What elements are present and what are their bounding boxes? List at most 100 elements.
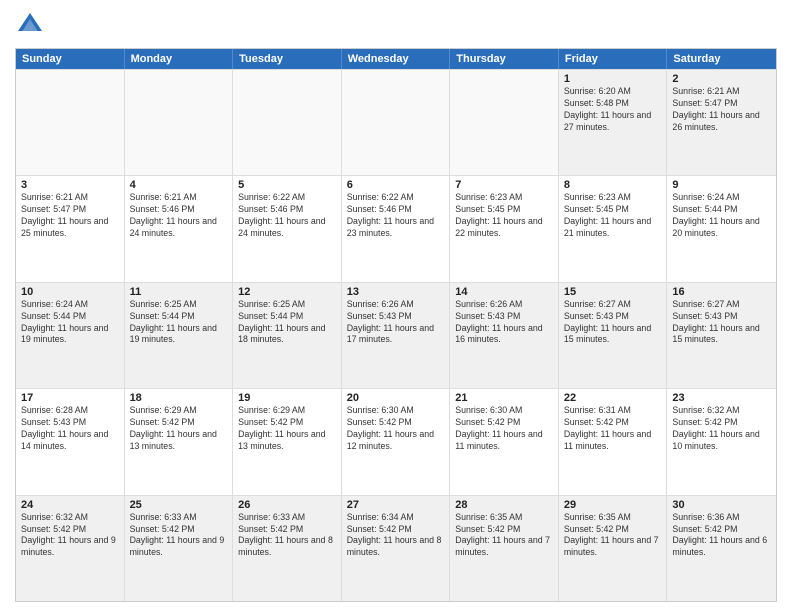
day-number: 4 — [130, 179, 228, 191]
calendar-cell: 2Sunrise: 6:21 AM Sunset: 5:47 PM Daylig… — [667, 70, 776, 175]
day-detail: Sunrise: 6:29 AM Sunset: 5:42 PM Dayligh… — [238, 405, 336, 453]
header-day: Sunday — [16, 49, 125, 69]
day-detail: Sunrise: 6:23 AM Sunset: 5:45 PM Dayligh… — [564, 192, 662, 240]
day-detail: Sunrise: 6:28 AM Sunset: 5:43 PM Dayligh… — [21, 405, 119, 453]
day-number: 24 — [21, 499, 119, 511]
day-detail: Sunrise: 6:29 AM Sunset: 5:42 PM Dayligh… — [130, 405, 228, 453]
day-detail: Sunrise: 6:25 AM Sunset: 5:44 PM Dayligh… — [130, 299, 228, 347]
calendar-cell: 8Sunrise: 6:23 AM Sunset: 5:45 PM Daylig… — [559, 176, 668, 281]
calendar-row: 24Sunrise: 6:32 AM Sunset: 5:42 PM Dayli… — [16, 495, 776, 601]
calendar-cell — [450, 70, 559, 175]
calendar-row: 10Sunrise: 6:24 AM Sunset: 5:44 PM Dayli… — [16, 282, 776, 388]
day-detail: Sunrise: 6:30 AM Sunset: 5:42 PM Dayligh… — [347, 405, 445, 453]
day-detail: Sunrise: 6:32 AM Sunset: 5:42 PM Dayligh… — [672, 405, 771, 453]
calendar-cell: 25Sunrise: 6:33 AM Sunset: 5:42 PM Dayli… — [125, 496, 234, 601]
day-number: 19 — [238, 392, 336, 404]
day-detail: Sunrise: 6:27 AM Sunset: 5:43 PM Dayligh… — [672, 299, 771, 347]
calendar: SundayMondayTuesdayWednesdayThursdayFrid… — [15, 48, 777, 602]
day-detail: Sunrise: 6:27 AM Sunset: 5:43 PM Dayligh… — [564, 299, 662, 347]
day-number: 23 — [672, 392, 771, 404]
day-detail: Sunrise: 6:20 AM Sunset: 5:48 PM Dayligh… — [564, 86, 662, 134]
day-detail: Sunrise: 6:36 AM Sunset: 5:42 PM Dayligh… — [672, 512, 771, 560]
day-number: 13 — [347, 286, 445, 298]
calendar-cell: 21Sunrise: 6:30 AM Sunset: 5:42 PM Dayli… — [450, 389, 559, 494]
calendar-cell: 29Sunrise: 6:35 AM Sunset: 5:42 PM Dayli… — [559, 496, 668, 601]
calendar-cell: 18Sunrise: 6:29 AM Sunset: 5:42 PM Dayli… — [125, 389, 234, 494]
day-detail: Sunrise: 6:33 AM Sunset: 5:42 PM Dayligh… — [238, 512, 336, 560]
day-detail: Sunrise: 6:24 AM Sunset: 5:44 PM Dayligh… — [672, 192, 771, 240]
calendar-cell — [233, 70, 342, 175]
calendar-cell: 15Sunrise: 6:27 AM Sunset: 5:43 PM Dayli… — [559, 283, 668, 388]
logo — [15, 10, 49, 40]
calendar-cell: 17Sunrise: 6:28 AM Sunset: 5:43 PM Dayli… — [16, 389, 125, 494]
day-number: 5 — [238, 179, 336, 191]
day-number: 11 — [130, 286, 228, 298]
calendar-cell — [342, 70, 451, 175]
day-detail: Sunrise: 6:26 AM Sunset: 5:43 PM Dayligh… — [347, 299, 445, 347]
calendar-cell: 13Sunrise: 6:26 AM Sunset: 5:43 PM Dayli… — [342, 283, 451, 388]
day-number: 22 — [564, 392, 662, 404]
calendar-cell: 1Sunrise: 6:20 AM Sunset: 5:48 PM Daylig… — [559, 70, 668, 175]
day-number: 26 — [238, 499, 336, 511]
day-number: 9 — [672, 179, 771, 191]
day-detail: Sunrise: 6:32 AM Sunset: 5:42 PM Dayligh… — [21, 512, 119, 560]
day-number: 21 — [455, 392, 553, 404]
calendar-cell: 16Sunrise: 6:27 AM Sunset: 5:43 PM Dayli… — [667, 283, 776, 388]
day-detail: Sunrise: 6:24 AM Sunset: 5:44 PM Dayligh… — [21, 299, 119, 347]
day-number: 18 — [130, 392, 228, 404]
day-number: 12 — [238, 286, 336, 298]
calendar-cell: 30Sunrise: 6:36 AM Sunset: 5:42 PM Dayli… — [667, 496, 776, 601]
day-detail: Sunrise: 6:35 AM Sunset: 5:42 PM Dayligh… — [455, 512, 553, 560]
day-detail: Sunrise: 6:22 AM Sunset: 5:46 PM Dayligh… — [238, 192, 336, 240]
day-detail: Sunrise: 6:33 AM Sunset: 5:42 PM Dayligh… — [130, 512, 228, 560]
calendar-cell — [16, 70, 125, 175]
calendar-cell: 14Sunrise: 6:26 AM Sunset: 5:43 PM Dayli… — [450, 283, 559, 388]
day-number: 30 — [672, 499, 771, 511]
day-number: 6 — [347, 179, 445, 191]
day-number: 10 — [21, 286, 119, 298]
day-detail: Sunrise: 6:34 AM Sunset: 5:42 PM Dayligh… — [347, 512, 445, 560]
day-detail: Sunrise: 6:35 AM Sunset: 5:42 PM Dayligh… — [564, 512, 662, 560]
day-detail: Sunrise: 6:25 AM Sunset: 5:44 PM Dayligh… — [238, 299, 336, 347]
calendar-header: SundayMondayTuesdayWednesdayThursdayFrid… — [16, 49, 776, 69]
calendar-cell: 19Sunrise: 6:29 AM Sunset: 5:42 PM Dayli… — [233, 389, 342, 494]
calendar-cell: 23Sunrise: 6:32 AM Sunset: 5:42 PM Dayli… — [667, 389, 776, 494]
day-number: 29 — [564, 499, 662, 511]
day-detail: Sunrise: 6:30 AM Sunset: 5:42 PM Dayligh… — [455, 405, 553, 453]
calendar-cell: 9Sunrise: 6:24 AM Sunset: 5:44 PM Daylig… — [667, 176, 776, 281]
header-day: Saturday — [667, 49, 776, 69]
calendar-cell: 7Sunrise: 6:23 AM Sunset: 5:45 PM Daylig… — [450, 176, 559, 281]
calendar-cell: 24Sunrise: 6:32 AM Sunset: 5:42 PM Dayli… — [16, 496, 125, 601]
calendar-cell: 22Sunrise: 6:31 AM Sunset: 5:42 PM Dayli… — [559, 389, 668, 494]
logo-icon — [15, 10, 45, 40]
calendar-cell: 11Sunrise: 6:25 AM Sunset: 5:44 PM Dayli… — [125, 283, 234, 388]
day-detail: Sunrise: 6:23 AM Sunset: 5:45 PM Dayligh… — [455, 192, 553, 240]
day-number: 15 — [564, 286, 662, 298]
day-detail: Sunrise: 6:21 AM Sunset: 5:47 PM Dayligh… — [672, 86, 771, 134]
day-detail: Sunrise: 6:22 AM Sunset: 5:46 PM Dayligh… — [347, 192, 445, 240]
calendar-cell: 5Sunrise: 6:22 AM Sunset: 5:46 PM Daylig… — [233, 176, 342, 281]
day-number: 17 — [21, 392, 119, 404]
calendar-cell: 3Sunrise: 6:21 AM Sunset: 5:47 PM Daylig… — [16, 176, 125, 281]
day-number: 3 — [21, 179, 119, 191]
day-detail: Sunrise: 6:21 AM Sunset: 5:46 PM Dayligh… — [130, 192, 228, 240]
day-number: 1 — [564, 73, 662, 85]
day-number: 28 — [455, 499, 553, 511]
calendar-cell: 6Sunrise: 6:22 AM Sunset: 5:46 PM Daylig… — [342, 176, 451, 281]
day-detail: Sunrise: 6:26 AM Sunset: 5:43 PM Dayligh… — [455, 299, 553, 347]
day-number: 27 — [347, 499, 445, 511]
header-day: Friday — [559, 49, 668, 69]
day-number: 7 — [455, 179, 553, 191]
header-day: Tuesday — [233, 49, 342, 69]
calendar-cell: 10Sunrise: 6:24 AM Sunset: 5:44 PM Dayli… — [16, 283, 125, 388]
calendar-cell: 26Sunrise: 6:33 AM Sunset: 5:42 PM Dayli… — [233, 496, 342, 601]
header-day: Wednesday — [342, 49, 451, 69]
calendar-row: 3Sunrise: 6:21 AM Sunset: 5:47 PM Daylig… — [16, 175, 776, 281]
page-header — [15, 10, 777, 40]
calendar-row: 17Sunrise: 6:28 AM Sunset: 5:43 PM Dayli… — [16, 388, 776, 494]
header-day: Monday — [125, 49, 234, 69]
calendar-row: 1Sunrise: 6:20 AM Sunset: 5:48 PM Daylig… — [16, 69, 776, 175]
day-number: 16 — [672, 286, 771, 298]
header-day: Thursday — [450, 49, 559, 69]
calendar-cell: 27Sunrise: 6:34 AM Sunset: 5:42 PM Dayli… — [342, 496, 451, 601]
